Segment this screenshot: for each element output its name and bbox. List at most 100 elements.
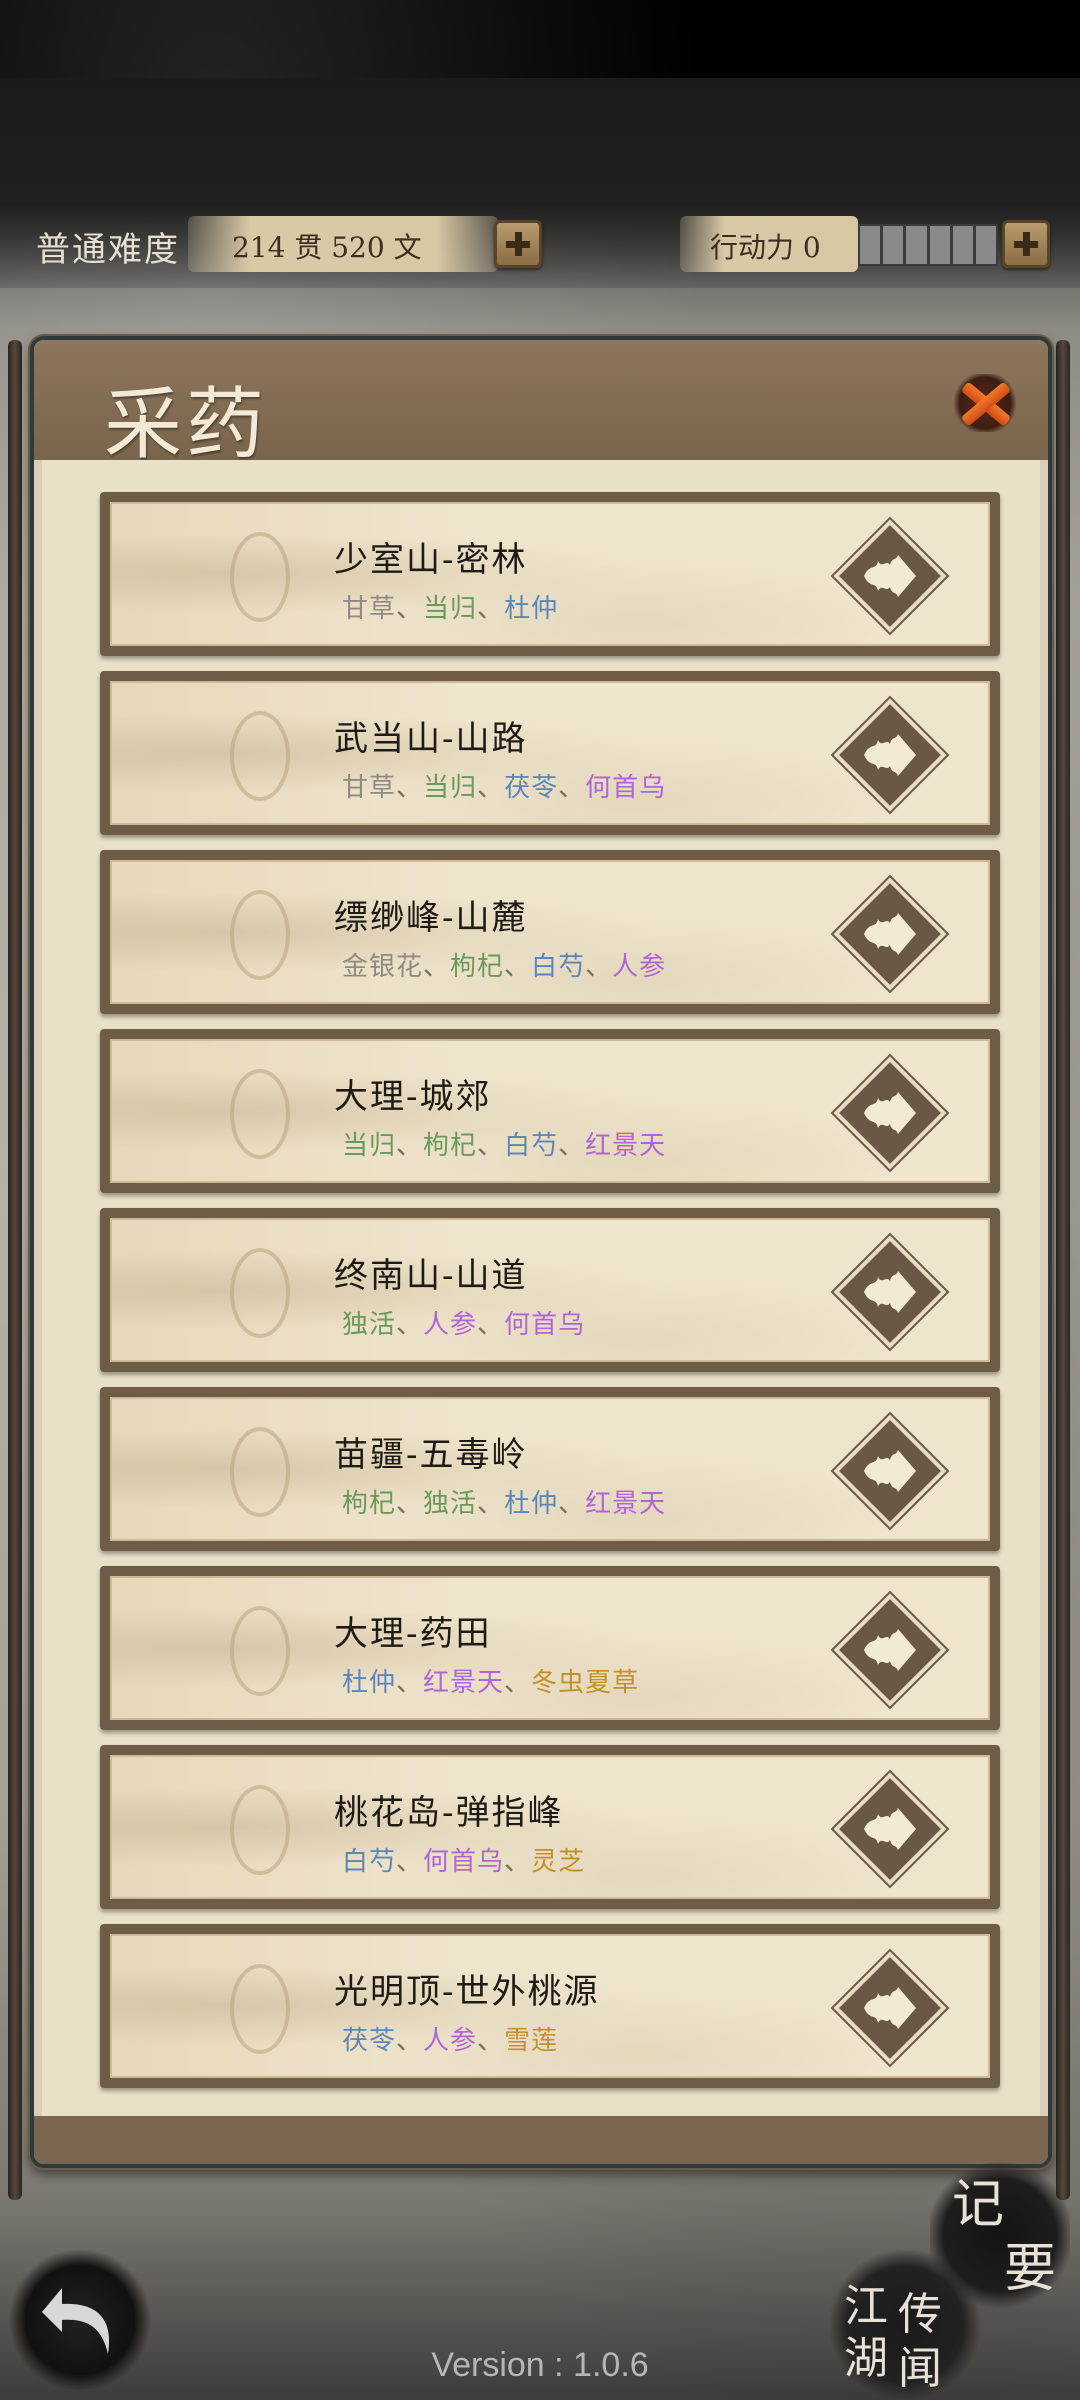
location-name: 终南山-山道	[334, 1256, 528, 1296]
herb-separator: 、	[477, 1131, 505, 1161]
go-button[interactable]	[839, 525, 941, 627]
money-display: 214 贯 520 文	[188, 216, 498, 272]
flame-arrow-icon	[864, 1092, 916, 1134]
herb-separator: 、	[585, 952, 613, 982]
herb-name: 金银花	[342, 952, 424, 982]
panel-header: 采药	[34, 340, 1048, 470]
cloud-pattern-icon	[230, 1785, 290, 1875]
herb-list: 枸杞、独活、杜仲、红景天	[342, 1483, 666, 1520]
herb-gathering-panel: 采药 少室山-密林 甘草、当归、杜仲 武当山-山路 甘草、当归、茯苓、何首乌 缥缈峰-山…	[30, 336, 1052, 2168]
flame-arrow-icon	[864, 1987, 916, 2029]
location-card-face: 缥缈峰-山麓 金银花、枸杞、白芍、人参	[110, 860, 990, 1004]
herb-separator: 、	[558, 1131, 586, 1161]
add-energy-button[interactable]	[1002, 220, 1050, 268]
herb-list: 杜仲、红景天、冬虫夏草	[342, 1662, 639, 1699]
close-icon[interactable]	[954, 374, 1016, 432]
herb-name: 杜仲	[504, 594, 559, 624]
cloud-pattern-icon	[230, 1248, 290, 1338]
herb-list: 甘草、当归、杜仲	[342, 588, 558, 625]
herb-name: 白芍	[531, 952, 586, 982]
herb-name: 独活	[423, 1489, 478, 1519]
herb-name: 杜仲	[504, 1489, 559, 1519]
herb-name: 雪莲	[504, 2026, 559, 2056]
herb-name: 红景天	[585, 1489, 667, 1519]
herb-separator: 、	[558, 1489, 586, 1519]
location-card[interactable]: 桃花岛-弹指峰 白芍、何首乌、灵芝	[100, 1745, 1000, 1909]
herb-name: 白芍	[342, 1847, 397, 1877]
go-button[interactable]	[839, 883, 941, 985]
cloud-pattern-icon	[230, 532, 290, 622]
location-name: 大理-城郊	[334, 1077, 492, 1117]
location-card[interactable]: 武当山-山路甘草、当归、茯苓、何首乌	[100, 671, 1000, 835]
herb-list: 甘草、当归、茯苓、何首乌	[342, 767, 666, 804]
go-button[interactable]	[839, 1241, 941, 1343]
herb-separator: 、	[477, 1489, 505, 1519]
go-button[interactable]	[839, 1062, 941, 1164]
location-name: 光明顶-世外桃源	[334, 1972, 600, 2012]
herb-name: 人参	[423, 2026, 478, 2056]
go-button[interactable]	[839, 1420, 941, 1522]
herb-name: 甘草	[342, 773, 397, 803]
herb-separator: 、	[396, 2026, 424, 2056]
location-card[interactable]: 少室山-密林 甘草、当归、杜仲	[100, 492, 1000, 656]
herb-name: 当归	[423, 594, 478, 624]
money-value: 214 贯 520 文	[232, 231, 422, 264]
herb-name: 人参	[423, 1310, 478, 1340]
herb-separator: 、	[396, 1847, 424, 1877]
location-card-face: 光明顶-世外桃源 茯苓、人参、雪莲	[110, 1934, 990, 2078]
go-button[interactable]	[839, 1599, 941, 1701]
location-name: 武当山-山路	[334, 719, 528, 759]
herb-separator: 、	[504, 1668, 532, 1698]
herb-separator: 、	[396, 594, 424, 624]
scroll-edge-right	[1056, 340, 1070, 2200]
flame-arrow-icon	[864, 1629, 916, 1671]
go-button[interactable]	[839, 1957, 941, 2059]
herb-name: 茯苓	[504, 773, 559, 803]
flame-arrow-icon	[864, 913, 916, 955]
panel-footer	[34, 2116, 1048, 2164]
flame-arrow-icon	[864, 734, 916, 776]
herb-separator: 、	[396, 1668, 424, 1698]
go-button[interactable]	[839, 1778, 941, 1880]
herb-separator: 、	[504, 952, 532, 982]
go-button[interactable]	[839, 704, 941, 806]
herb-name: 红景天	[423, 1668, 505, 1698]
herb-name: 独活	[342, 1310, 397, 1340]
location-card-face: 大理-药田杜仲、红景天、冬虫夏草	[110, 1576, 990, 1720]
location-card[interactable]: 大理-药田杜仲、红景天、冬虫夏草	[100, 1566, 1000, 1730]
scroll-edge-left	[8, 340, 22, 2200]
status-bar: 普通难度 214 贯 520 文 行动力 0	[0, 210, 1080, 280]
cloud-pattern-icon	[230, 890, 290, 980]
herb-name: 枸杞	[450, 952, 505, 982]
cloud-pattern-icon	[230, 711, 290, 801]
location-card[interactable]: 光明顶-世外桃源 茯苓、人参、雪莲	[100, 1924, 1000, 2088]
notes-char-2: 要	[1004, 2239, 1057, 2299]
herb-separator: 、	[477, 1310, 505, 1340]
add-money-button[interactable]	[494, 220, 542, 268]
flame-arrow-icon	[864, 1271, 916, 1313]
herb-name: 人参	[612, 952, 667, 982]
location-card[interactable]: 苗疆-五毒岭 枸杞、独活、杜仲、红景天	[100, 1387, 1000, 1551]
herb-name: 当归	[423, 773, 478, 803]
herb-list: 白芍、何首乌、灵芝	[342, 1841, 585, 1878]
herb-separator: 、	[396, 1131, 424, 1161]
herb-separator: 、	[423, 952, 451, 982]
herb-list: 当归、枸杞、白芍、红景天	[342, 1125, 666, 1162]
flame-arrow-icon	[864, 555, 916, 597]
cloud-pattern-icon	[230, 1964, 290, 2054]
herb-list: 独活、人参、何首乌	[342, 1304, 585, 1341]
location-card-face: 武当山-山路甘草、当归、茯苓、何首乌	[110, 681, 990, 825]
location-card[interactable]: 终南山-山道 独活、人参、何首乌	[100, 1208, 1000, 1372]
location-card[interactable]: 缥缈峰-山麓 金银花、枸杞、白芍、人参	[100, 850, 1000, 1014]
herb-name: 灵芝	[531, 1847, 586, 1877]
flame-arrow-icon	[864, 1450, 916, 1492]
location-card-face: 大理-城郊当归、枸杞、白芍、红景天	[110, 1039, 990, 1183]
location-name: 大理-药田	[334, 1614, 492, 1654]
location-card[interactable]: 大理-城郊当归、枸杞、白芍、红景天	[100, 1029, 1000, 1193]
location-card-face: 苗疆-五毒岭 枸杞、独活、杜仲、红景天	[110, 1397, 990, 1541]
location-card-face: 终南山-山道 独活、人参、何首乌	[110, 1218, 990, 1362]
panel-title: 采药	[104, 380, 269, 470]
herb-name: 何首乌	[585, 773, 667, 803]
herb-name: 茯苓	[342, 2026, 397, 2056]
version-label: Version : 1.0.6	[431, 2346, 649, 2384]
